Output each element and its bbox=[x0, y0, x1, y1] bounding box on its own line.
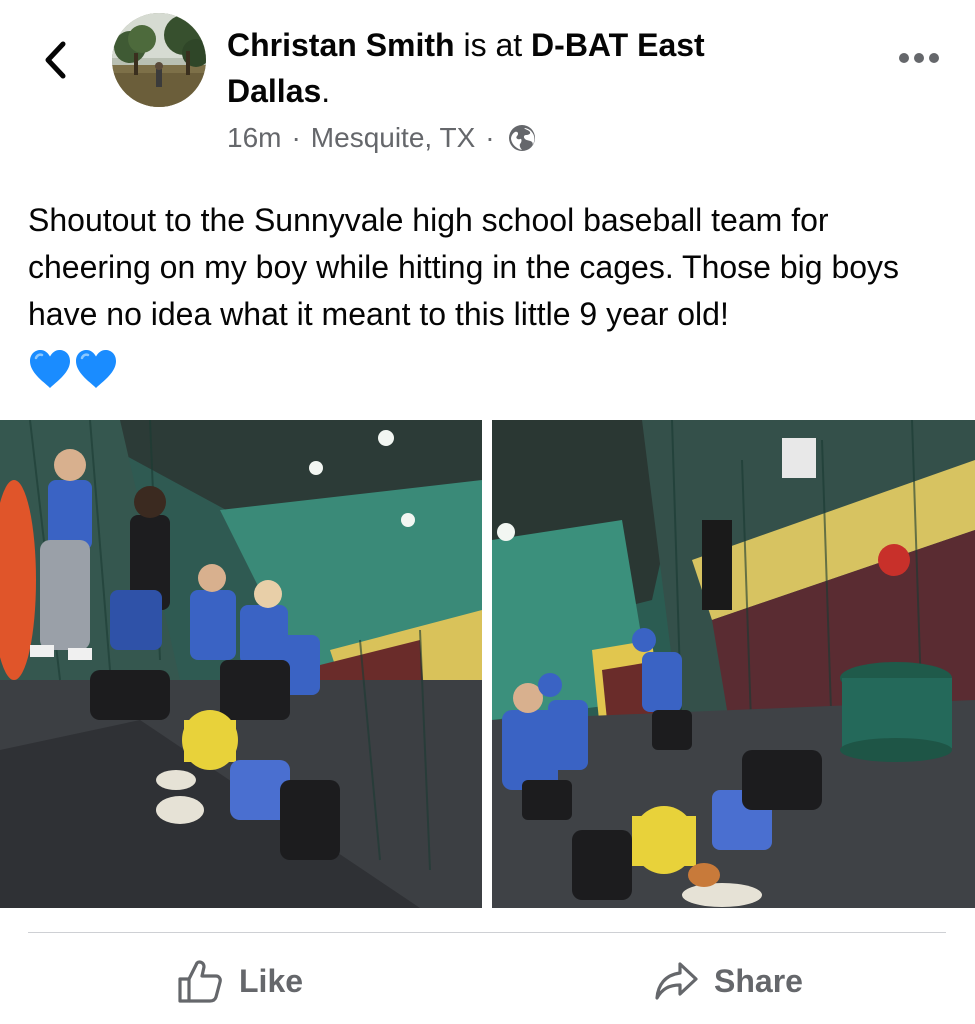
like-label: Like bbox=[239, 962, 304, 999]
place-name-line2[interactable]: Dallas bbox=[227, 73, 321, 109]
post-location[interactable]: Mesquite, TX bbox=[311, 118, 475, 158]
actions-divider bbox=[28, 932, 946, 933]
globe-icon[interactable] bbox=[507, 123, 537, 153]
more-options-button[interactable] bbox=[893, 40, 945, 76]
more-horizontal-icon bbox=[899, 53, 939, 63]
share-button[interactable]: Share bbox=[654, 955, 803, 1007]
blue-heart-icon bbox=[30, 350, 70, 388]
photo-grid bbox=[0, 420, 975, 908]
thumbs-up-icon bbox=[178, 960, 222, 1003]
back-button[interactable] bbox=[34, 36, 78, 84]
heart-emojis bbox=[28, 348, 118, 390]
post-time[interactable]: 16m bbox=[227, 118, 281, 158]
meta-separator-1: · bbox=[291, 122, 301, 153]
post-text: Shoutout to the Sunnyvale high school ba… bbox=[28, 202, 900, 332]
chevron-left-icon bbox=[45, 41, 66, 79]
avatar[interactable] bbox=[112, 13, 206, 107]
facebook-post-page: Christan Smith is at D-BAT East Dallas. … bbox=[0, 0, 975, 1024]
share-label: Share bbox=[714, 962, 803, 999]
author-name[interactable]: Christan Smith bbox=[227, 27, 455, 63]
meta-separator-2: · bbox=[485, 122, 495, 153]
blue-heart-icon bbox=[76, 350, 116, 388]
header-period: . bbox=[321, 73, 331, 109]
share-arrow-icon bbox=[655, 962, 698, 1000]
post-header: Christan Smith is at D-BAT East Dallas. bbox=[227, 22, 867, 114]
batting-cage-photo-right bbox=[492, 420, 975, 908]
avatar-image bbox=[112, 13, 206, 107]
checkin-text: is at bbox=[454, 27, 532, 63]
post-photo-2[interactable] bbox=[492, 420, 975, 908]
like-button[interactable]: Like bbox=[177, 955, 303, 1007]
post-meta: 16m · Mesquite, TX · bbox=[227, 118, 537, 158]
batting-cage-photo-left bbox=[0, 420, 482, 908]
place-name-line1[interactable]: D-BAT East bbox=[531, 27, 705, 63]
post-photo-1[interactable] bbox=[0, 420, 482, 908]
